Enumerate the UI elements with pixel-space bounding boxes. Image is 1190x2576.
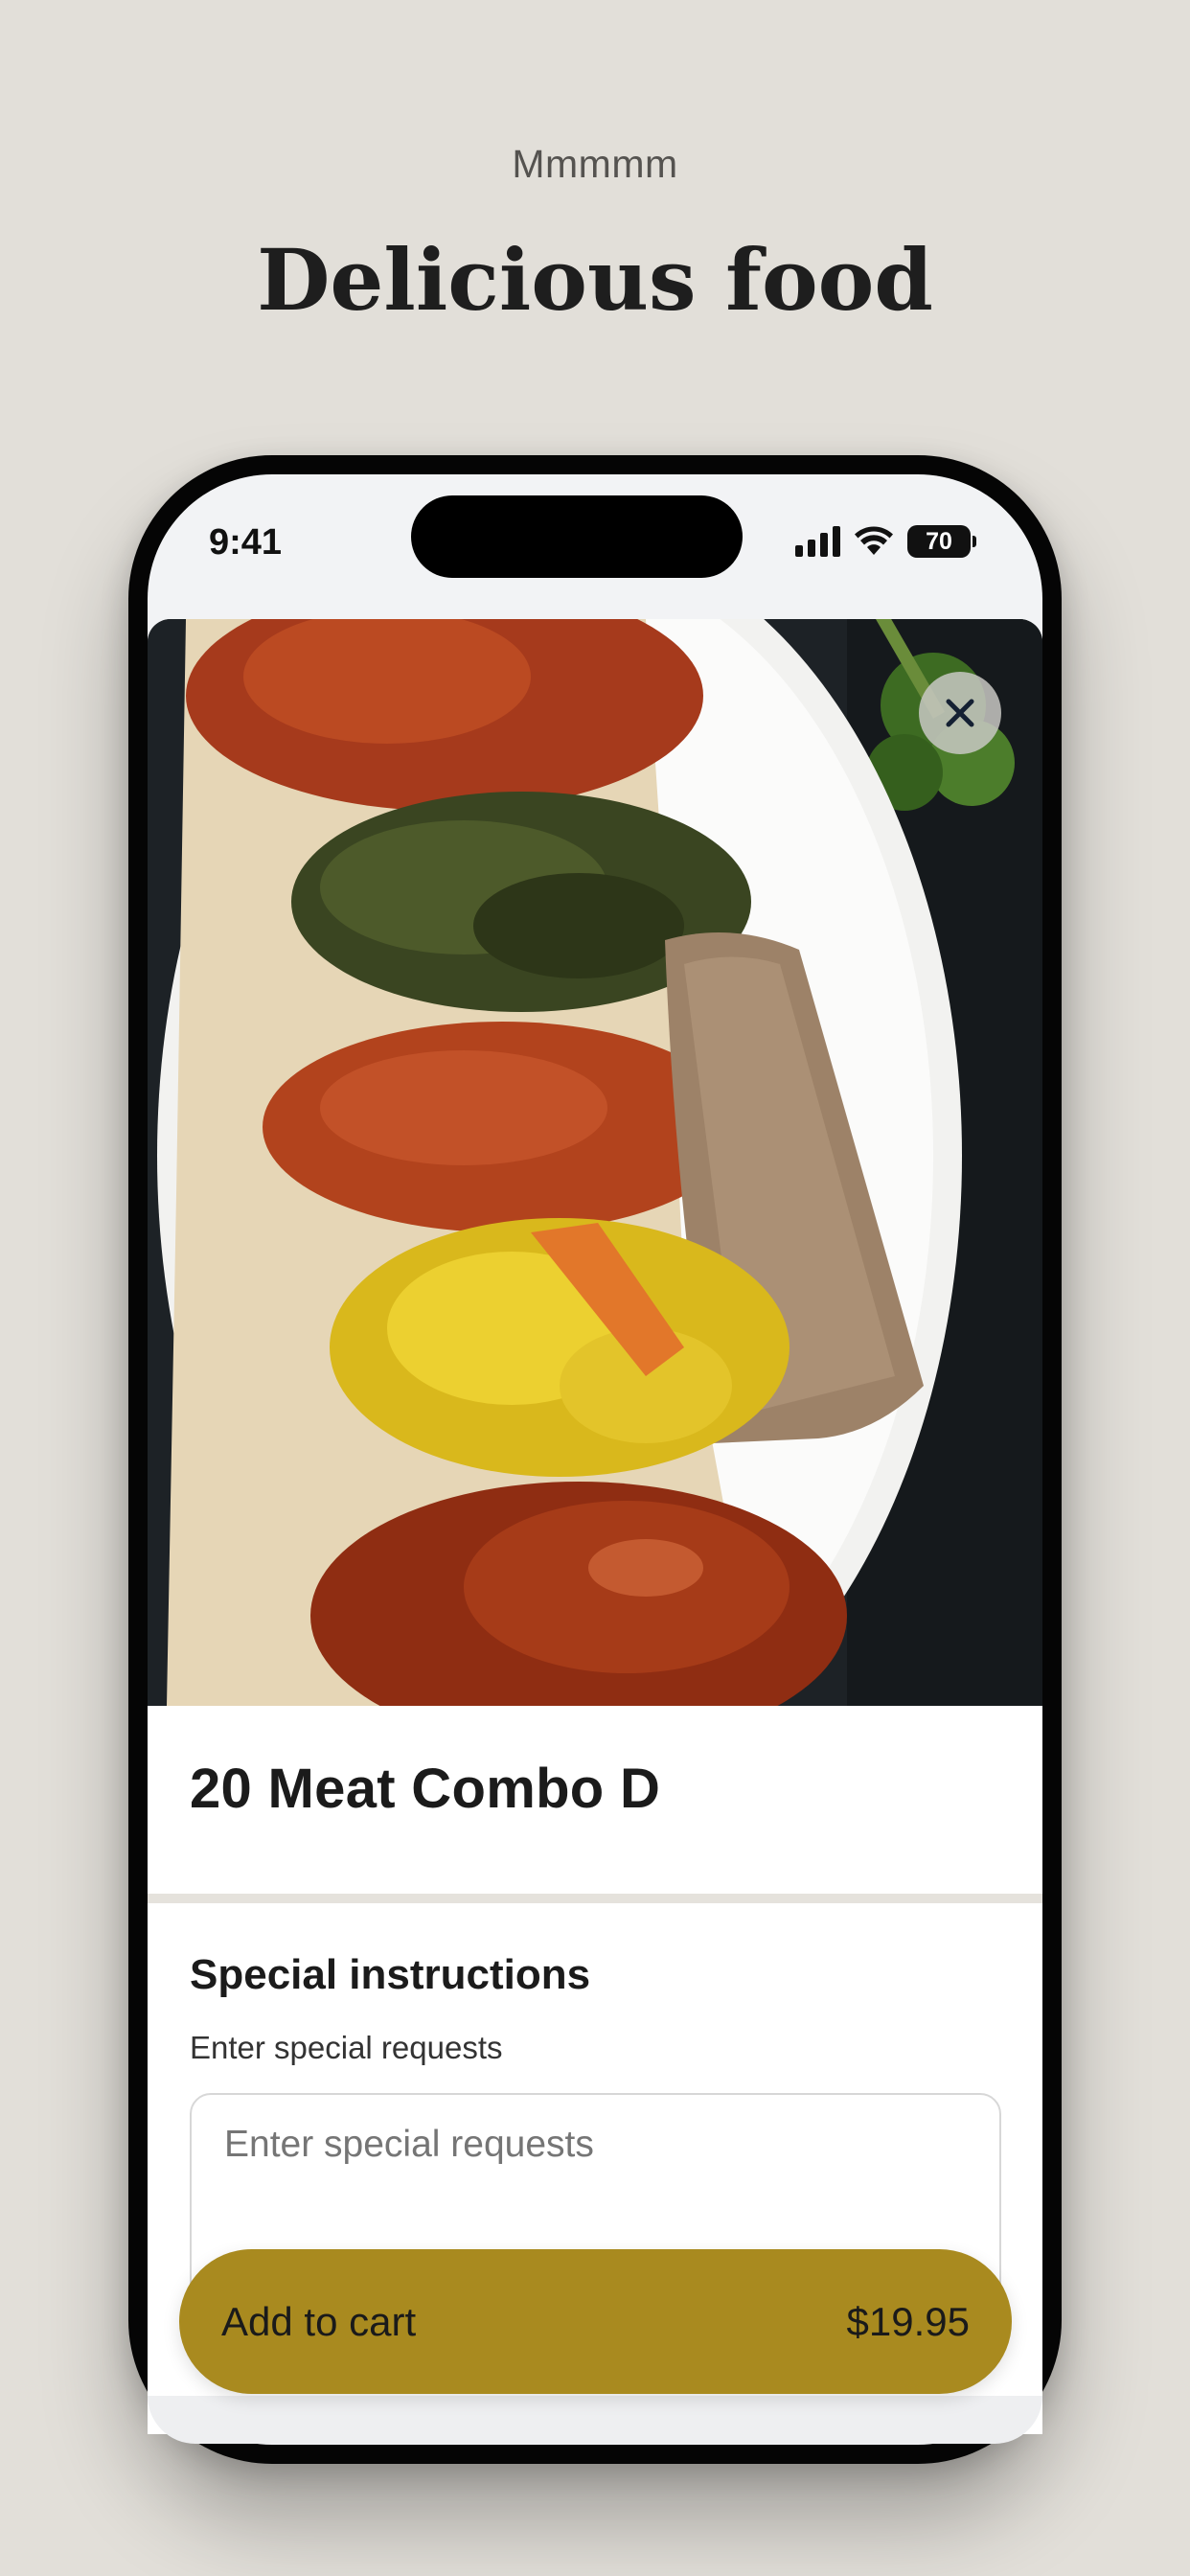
wifi-icon [855, 526, 893, 555]
battery-icon: 70 [907, 525, 976, 558]
close-button[interactable] [919, 672, 1001, 754]
item-title: 20 Meat Combo D [190, 1758, 661, 1820]
item-image [148, 619, 1042, 1706]
screen-bottom [148, 2396, 1042, 2444]
status-time: 9:41 [209, 522, 283, 563]
status-icons: 70 [795, 525, 976, 558]
special-instructions-title: Special instructions [190, 1951, 591, 1998]
add-to-cart-label: Add to cart [221, 2298, 417, 2344]
page: Mmmmm Delicious food 9:41 70 20 Meat Com… [0, 0, 1190, 2576]
signal-icon [795, 526, 840, 557]
add-to-cart-button[interactable]: Add to cart $19.95 [179, 2249, 1012, 2394]
cart-price: $19.95 [846, 2298, 970, 2344]
headline: Delicious food [257, 230, 933, 330]
dynamic-island [411, 495, 743, 578]
close-icon [946, 699, 974, 727]
section-divider [148, 1894, 1042, 1903]
eyebrow-text: Mmmmm [512, 142, 678, 186]
special-instructions-subtitle: Enter special requests [190, 2030, 503, 2065]
